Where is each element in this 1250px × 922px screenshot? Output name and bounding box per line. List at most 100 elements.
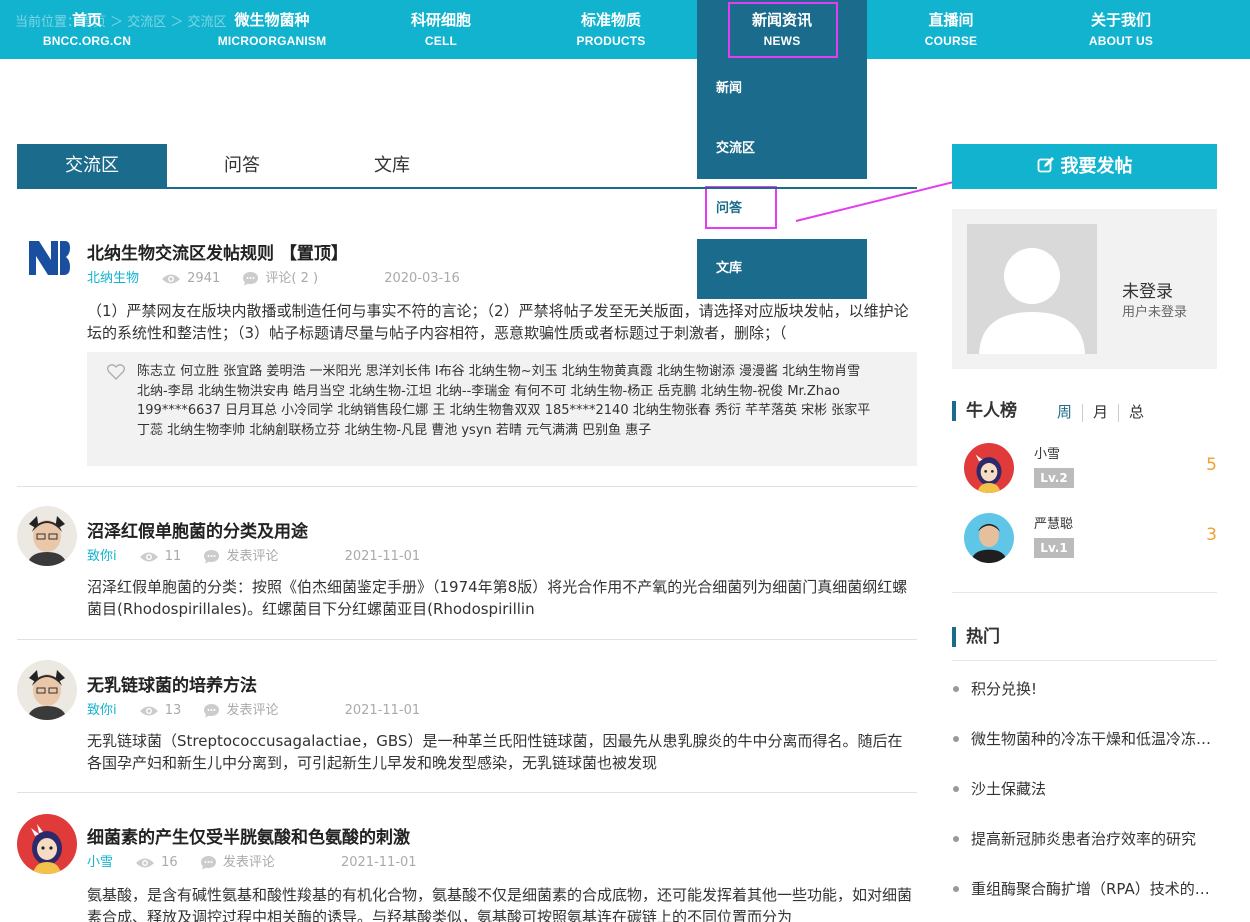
bncc-logo <box>27 236 71 280</box>
top-nav: 当前位置：首页 ＞ 交流区 ＞ 交流区 首页 BNCC.ORG.CN 微生物菌种… <box>0 0 1250 59</box>
eye-icon <box>139 552 158 561</box>
hot-header: 热门 <box>952 627 1217 647</box>
section-bar <box>952 401 956 421</box>
comment-count-value: 评论( 2 ) <box>265 271 319 286</box>
nav-item-products[interactable]: 标准物质 PRODUCTS <box>536 0 686 59</box>
nav-label-zh: 直播间 <box>928 11 974 29</box>
ranking-tab-week[interactable]: 周 <box>1057 401 1072 422</box>
nav-label-en: BNCC.ORG.CN <box>42 34 132 48</box>
comment-count[interactable]: 发表评论 <box>203 699 278 718</box>
nav-label-zh: 首页 <box>71 11 102 29</box>
nav-item-course[interactable]: 直播间 COURSE <box>876 0 1026 59</box>
view-count-value: 16 <box>161 855 178 870</box>
comment-count[interactable]: 发表评论 <box>200 851 275 870</box>
view-count-value: 13 <box>164 703 182 718</box>
eye-icon <box>162 274 181 283</box>
view-count: 16 <box>135 855 178 870</box>
avatar <box>964 443 1014 493</box>
dropdown-item-news[interactable]: 新闻 <box>697 59 867 119</box>
hot-item[interactable]: 积分兑换! <box>952 678 1217 700</box>
post-title[interactable]: 细菌素的产生仅受半胱氨酸和色氨酸的刺激 <box>87 823 410 848</box>
nav-label-en: MICROORGANISM <box>217 34 327 48</box>
hot-item[interactable]: 重组酶聚合酶扩增（RPA）技术的原理与应用 <box>952 878 1217 900</box>
ranking-score: 3 <box>1206 525 1217 545</box>
avatar-placeholder <box>967 224 1097 354</box>
view-count: 11 <box>139 549 182 564</box>
edit-icon <box>1037 157 1054 173</box>
comment-icon <box>200 856 216 870</box>
heart-icon[interactable] <box>107 364 125 380</box>
avatar <box>964 513 1014 563</box>
level-badge: Lv.1 <box>1034 538 1074 558</box>
ranking-user-name[interactable]: 严慧聪 <box>1034 513 1073 532</box>
avatar <box>17 660 77 720</box>
nav-item-news[interactable]: 新闻资讯 NEWS <box>697 0 867 59</box>
comment-count-value: 发表评论 <box>222 855 275 870</box>
ranking-user-name[interactable]: 小雪 <box>1034 443 1060 462</box>
comment-count[interactable]: 发表评论 <box>203 545 278 564</box>
comment-icon <box>204 704 220 718</box>
tab-library[interactable]: 文库 <box>317 144 467 187</box>
post-summary: 沼泽红假单胞菌的分类：按照《伯杰细菌鉴定手册》（1974年第8版）将光合作用不产… <box>87 578 908 618</box>
post-author[interactable]: 小雪 <box>87 855 113 870</box>
post-author[interactable]: 北纳生物 <box>87 271 139 286</box>
avatar <box>17 814 77 874</box>
likes-names: 陈志立 何立胜 张宜路 姜明浩 一米阳光 思洋刘长伟 I布谷 北纳生物~刘玉 北… <box>137 364 871 438</box>
post-date: 2021-11-01 <box>341 855 417 870</box>
view-count: 13 <box>139 703 182 718</box>
ranking-title: 牛人榜 <box>966 401 1017 421</box>
tab-qa[interactable]: 问答 <box>167 144 317 187</box>
nav-label-zh: 微生物菌种 <box>234 11 310 29</box>
level-badge: Lv.2 <box>1034 468 1074 488</box>
post-date: 2021-11-01 <box>344 703 421 718</box>
post-date: 2021-11-01 <box>344 549 421 564</box>
nav-label-en: COURSE <box>924 34 978 48</box>
tab-separator <box>1082 403 1084 422</box>
hot-item[interactable]: 提高新冠肺炎患者治疗效率的研究 <box>952 828 1217 850</box>
nav-item-microorganism[interactable]: 微生物菌种 MICROORGANISM <box>197 0 347 59</box>
post-meta: 小雪 16 发表评论 2021-11-01 <box>87 851 417 870</box>
nav-label-en: ABOUT US <box>1088 34 1154 48</box>
post-meta: 致你i 13 发表评论 2021-11-01 <box>87 699 420 718</box>
user-name: 未登录 <box>1122 282 1173 302</box>
post-author[interactable]: 致你i <box>87 549 117 564</box>
hot-title: 热门 <box>966 627 1000 647</box>
comment-icon <box>204 550 220 564</box>
nav-label-zh: 关于我们 <box>1090 11 1151 29</box>
nav-label-en: CELL <box>424 34 458 48</box>
view-count-value: 11 <box>164 549 182 564</box>
post-item: 沼泽红假单胞菌的分类及用途 致你i 11 发表评论 2021-11-01 沼泽红… <box>17 506 917 626</box>
nav-label-en: PRODUCTS <box>576 34 646 48</box>
nav-label-zh: 科研细胞 <box>410 11 471 29</box>
post-author[interactable]: 致你i <box>87 703 117 718</box>
new-post-button[interactable]: 我要发帖 <box>952 144 1217 189</box>
ranking-row[interactable]: 小雪 Lv.2 5 <box>964 443 1217 493</box>
comment-count-value: 发表评论 <box>226 549 279 564</box>
nav-item-home[interactable]: 首页 BNCC.ORG.CN <box>12 0 162 59</box>
nav-item-cell[interactable]: 科研细胞 CELL <box>366 0 516 59</box>
hot-item[interactable]: 沙土保藏法 <box>952 778 1217 800</box>
user-card: 未登录 用户未登录 <box>952 209 1217 369</box>
ranking-row[interactable]: 严慧聪 Lv.1 3 <box>964 513 1217 563</box>
post-meta: 北纳生物 2941 评论( 2 ) 2020-03-16 <box>87 267 460 286</box>
nav-item-about[interactable]: 关于我们 ABOUT US <box>1046 0 1196 59</box>
nav-label-en: NEWS <box>763 34 801 48</box>
post-title[interactable]: 北纳生物交流区发帖规则 【置顶】 <box>87 239 348 264</box>
hot-item[interactable]: 微生物菌种的冷冻干燥和低温冷冻保藏 <box>952 728 1217 750</box>
tab-exchange[interactable]: 交流区 <box>17 144 167 187</box>
post-summary: 无乳链球菌（Streptococcusagalactiae，GBS）是一种革兰氏… <box>87 732 903 772</box>
post-title[interactable]: 沼泽红假单胞菌的分类及用途 <box>87 517 308 542</box>
post-title[interactable]: 无乳链球菌的培养方法 <box>87 671 257 696</box>
ranking-tab-month[interactable]: 月 <box>1093 401 1108 422</box>
ranking-tab-total[interactable]: 总 <box>1129 401 1144 422</box>
section-divider <box>952 592 1217 593</box>
post-divider <box>17 639 917 640</box>
nav-label-zh: 新闻资讯 <box>751 11 812 29</box>
comment-count[interactable]: 评论( 2 ) <box>242 267 318 286</box>
ranking-score: 5 <box>1206 455 1217 475</box>
likes-list: 陈志立 何立胜 张宜路 姜明浩 一米阳光 思洋刘长伟 I布谷 北纳生物~刘玉 北… <box>87 352 917 466</box>
eye-icon <box>136 858 155 867</box>
user-status: 用户未登录 <box>1122 305 1188 320</box>
post-date: 2020-03-16 <box>384 271 460 286</box>
post-divider <box>17 792 917 793</box>
